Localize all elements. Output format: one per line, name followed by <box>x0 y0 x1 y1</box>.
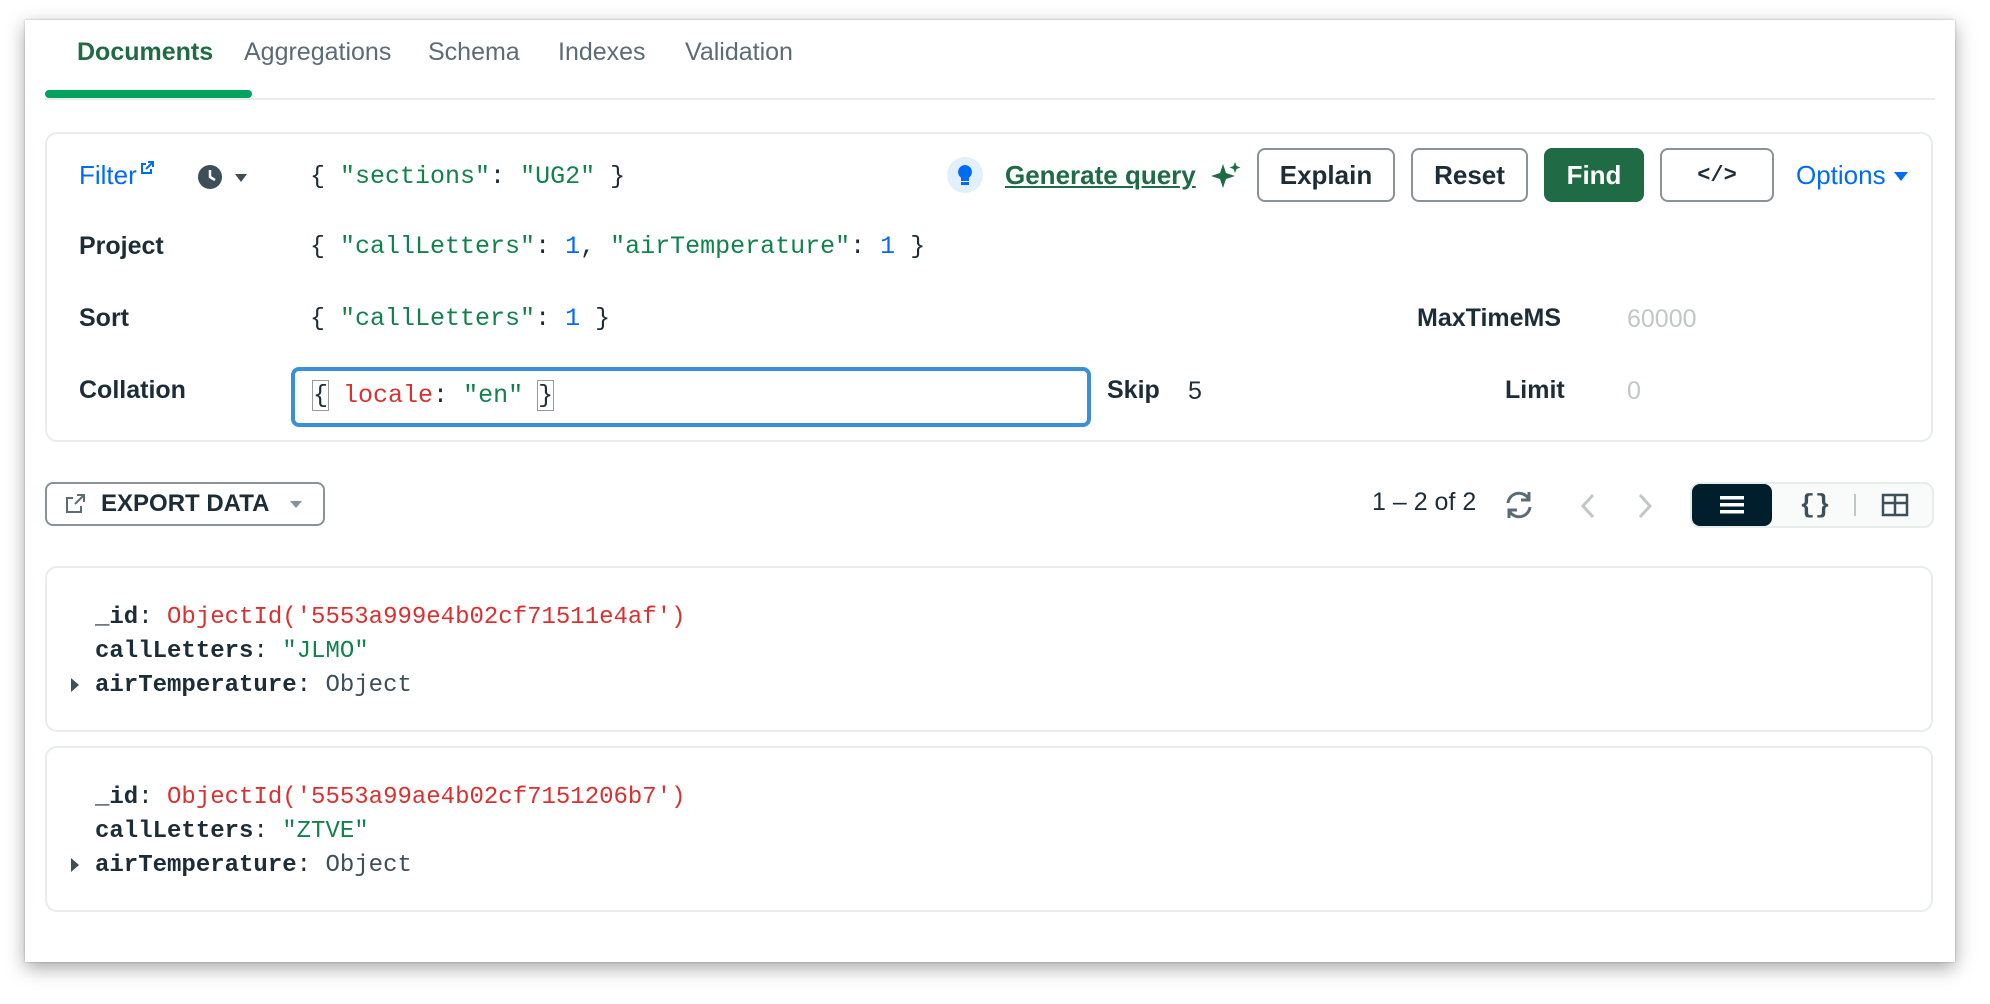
compass-window: Documents Aggregations Schema Indexes Va… <box>25 20 1955 962</box>
view-toggle: {} <box>1690 482 1934 528</box>
filter-label: Filter <box>79 160 137 190</box>
active-tab-indicator <box>45 90 252 98</box>
skip-input[interactable]: 5 <box>1188 377 1202 406</box>
filter-input[interactable]: { "sections": "UG2" } <box>310 162 625 191</box>
document-field-callletters: callLetters: "ZTVE" <box>95 818 369 845</box>
limit-input[interactable]: 0 <box>1627 377 1641 406</box>
previous-page-icon[interactable] <box>1578 492 1598 520</box>
collection-tabs: Documents Aggregations Schema Indexes Va… <box>45 20 1935 100</box>
table-view-button[interactable] <box>1856 484 1934 526</box>
tab-validation[interactable]: Validation <box>685 38 793 78</box>
maxtimems-input[interactable]: 60000 <box>1627 305 1697 334</box>
document-field-airtemperature[interactable]: airTemperature: Object <box>95 672 412 699</box>
options-toggle[interactable]: Options <box>1796 160 1909 191</box>
sort-input[interactable]: { "callLetters": 1 } <box>310 304 610 333</box>
refresh-icon[interactable] <box>1503 490 1535 520</box>
query-bar: Filter { "sections": "UG2" } Generate qu… <box>45 132 1933 442</box>
query-history-button[interactable] <box>197 164 249 195</box>
maxtimems-label: MaxTimeMS <box>1417 304 1562 332</box>
document-field-id: _id: ObjectId('5553a999e4b02cf71511e4af'… <box>95 604 686 631</box>
project-label: Project <box>79 232 164 260</box>
expand-caret-icon[interactable] <box>71 858 79 872</box>
reset-button[interactable]: Reset <box>1411 148 1528 202</box>
caret-down-icon <box>1893 172 1908 181</box>
collation-input[interactable]: { locale: "en" } <box>291 367 1091 427</box>
ai-assistant-icon <box>947 157 983 193</box>
sort-label: Sort <box>79 304 129 332</box>
pagination-text: 1 – 2 of 2 <box>1372 488 1477 516</box>
table-icon <box>1881 493 1909 517</box>
curly-braces-icon: {} <box>1799 490 1831 520</box>
project-input[interactable]: { "callLetters": 1, "airTemperature": 1 … <box>310 232 925 261</box>
tab-documents[interactable]: Documents <box>77 38 213 78</box>
skip-label: Skip <box>1107 376 1160 404</box>
json-view-button[interactable]: {} <box>1776 484 1854 526</box>
expand-caret-icon[interactable] <box>71 678 79 692</box>
options-label: Options <box>1796 160 1886 190</box>
export-icon <box>66 494 85 513</box>
list-icon <box>1720 496 1744 514</box>
filter-link[interactable]: Filter <box>79 160 155 191</box>
document-field-id: _id: ObjectId('5553a99ae4b02cf7151206b7'… <box>95 784 686 811</box>
document-field-callletters: callLetters: "JLMO" <box>95 638 369 665</box>
document-card: _id: ObjectId('5553a99ae4b02cf7151206b7'… <box>45 746 1933 912</box>
tab-schema[interactable]: Schema <box>428 38 520 78</box>
sparkle-icon <box>1211 162 1241 188</box>
export-data-label: EXPORT DATA <box>101 490 270 517</box>
generate-query-link[interactable]: Generate query <box>1005 160 1196 191</box>
explain-button[interactable]: Explain <box>1257 148 1395 202</box>
document-field-airtemperature[interactable]: airTemperature: Object <box>95 852 412 879</box>
list-view-button[interactable] <box>1692 484 1772 526</box>
document-card: _id: ObjectId('5553a999e4b02cf71511e4af'… <box>45 566 1933 732</box>
code-icon: </> <box>1697 162 1737 188</box>
find-button[interactable]: Find <box>1544 148 1644 202</box>
limit-label: Limit <box>1505 376 1565 404</box>
external-link-icon <box>140 161 154 174</box>
tab-indexes[interactable]: Indexes <box>558 38 646 78</box>
export-to-language-button[interactable]: </> <box>1660 148 1774 202</box>
next-page-icon[interactable] <box>1635 492 1655 520</box>
export-data-button[interactable]: EXPORT DATA <box>45 482 325 526</box>
caret-down-icon <box>290 501 303 508</box>
chevron-down-icon <box>235 174 248 182</box>
collation-label: Collation <box>79 376 186 404</box>
clock-icon <box>198 165 222 189</box>
tab-aggregations[interactable]: Aggregations <box>244 38 391 78</box>
